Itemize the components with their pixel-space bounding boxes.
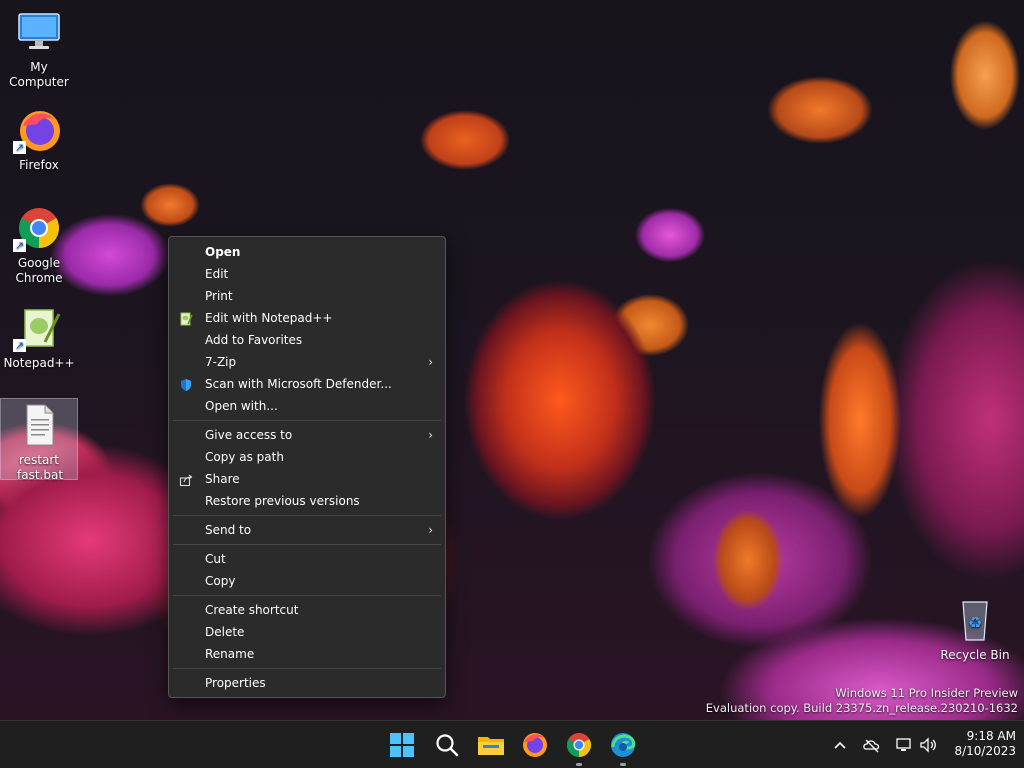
file-explorer-icon xyxy=(478,737,504,755)
start-icon xyxy=(390,733,414,757)
menu-item-label: Cut xyxy=(205,552,226,566)
desktop-icon-label: My Computer xyxy=(9,60,69,89)
desktop-icon-notepadpp[interactable]: ↗ Notepad++ xyxy=(0,304,78,371)
menu-item-7-zip[interactable]: 7-Zip › xyxy=(169,351,445,373)
onedrive-offline-icon[interactable] xyxy=(862,735,882,755)
menu-item-restore-previous-versions[interactable]: Restore previous versions xyxy=(169,490,445,512)
menu-item-label: Create shortcut xyxy=(205,603,299,617)
notepadpp-icon: ↗ xyxy=(13,304,63,352)
desktop-wallpaper xyxy=(0,0,1024,720)
menu-separator xyxy=(173,515,441,516)
defender-shield-icon xyxy=(179,377,193,391)
menu-item-label: Print xyxy=(205,289,233,303)
firefox-icon: ↗ xyxy=(13,106,63,154)
menu-item-label: Edit xyxy=(205,267,229,281)
menu-item-label: 7-Zip xyxy=(205,355,237,369)
menu-item-create-shortcut[interactable]: Create shortcut xyxy=(169,599,445,621)
menu-item-edit-with-notepad[interactable]: Edit with Notepad++ xyxy=(169,307,445,329)
menu-item-label: Scan with Microsoft Defender... xyxy=(205,377,392,391)
recycle-bin-icon: ♻ xyxy=(951,596,999,644)
shortcut-arrow-icon: ↗ xyxy=(13,239,26,252)
menu-separator xyxy=(173,544,441,545)
menu-item-open-with[interactable]: Open with... xyxy=(169,395,445,417)
desktop-icon-firefox[interactable]: ↗ Firefox xyxy=(0,106,78,173)
menu-item-properties[interactable]: Properties xyxy=(169,672,445,694)
chrome-taskbar-button[interactable] xyxy=(563,729,595,766)
taskbar: 9:18 AM 8/10/2023 xyxy=(0,720,1024,768)
menu-separator xyxy=(173,420,441,421)
chevron-up-icon[interactable] xyxy=(830,735,850,755)
menu-item-label: Rename xyxy=(205,647,255,661)
menu-item-label: Add to Favorites xyxy=(205,333,303,347)
chevron-right-icon: › xyxy=(428,523,433,537)
menu-item-label: Edit with Notepad++ xyxy=(205,311,333,325)
firefox-icon xyxy=(523,733,547,757)
watermark-edition: Windows 11 Pro Insider Preview xyxy=(835,686,1018,700)
notepadpp-icon xyxy=(179,311,193,326)
menu-item-copy-as-path[interactable]: Copy as path xyxy=(169,446,445,468)
desktop-icon-label: Notepad++ xyxy=(3,356,75,370)
menu-item-open[interactable]: Open xyxy=(169,241,445,263)
edge-icon xyxy=(611,733,636,757)
share-icon xyxy=(179,472,193,487)
menu-item-label: Copy as path xyxy=(205,450,284,464)
menu-separator xyxy=(173,668,441,669)
windows-watermark: Windows 11 Pro Insider Preview Evaluatio… xyxy=(706,686,1018,716)
menu-item-copy[interactable]: Copy xyxy=(169,570,445,592)
menu-item-add-to-favorites[interactable]: Add to Favorites xyxy=(169,329,445,351)
desktop-icon-google-chrome[interactable]: ↗ Google Chrome xyxy=(0,204,78,286)
menu-item-delete[interactable]: Delete xyxy=(169,621,445,643)
menu-item-label: Open with... xyxy=(205,399,278,413)
desktop-icon-label: Recycle Bin xyxy=(940,648,1010,662)
menu-item-label: Give access to xyxy=(205,428,293,442)
menu-item-label: Send to xyxy=(205,523,252,537)
running-indicator xyxy=(576,763,582,766)
search-icon xyxy=(436,734,459,757)
svg-text:♻: ♻ xyxy=(968,613,982,632)
running-indicator xyxy=(620,763,626,766)
context-menu: Open Edit Print Edit with Notepad++ Add to F… xyxy=(168,236,446,698)
menu-item-label: Delete xyxy=(205,625,245,639)
menu-item-cut[interactable]: Cut xyxy=(169,548,445,570)
menu-item-give-access-to[interactable]: Give access to › xyxy=(169,424,445,446)
watermark-build: Evaluation copy. Build 23375.zn_release.… xyxy=(705,701,1018,715)
menu-separator xyxy=(173,595,441,596)
file-explorer-button[interactable] xyxy=(475,729,507,761)
clock-time: 9:18 AM xyxy=(966,729,1016,743)
menu-item-label: Restore previous versions xyxy=(205,494,360,508)
menu-item-label: Open xyxy=(205,245,241,259)
chevron-right-icon: › xyxy=(428,428,433,442)
menu-item-rename[interactable]: Rename xyxy=(169,643,445,665)
edge-taskbar-button[interactable] xyxy=(607,729,639,766)
desktop-icon-my-computer[interactable]: My Computer xyxy=(0,8,78,90)
clock-date: 8/10/2023 xyxy=(954,744,1016,758)
taskbar-clock[interactable]: 9:18 AM 8/10/2023 xyxy=(948,729,1016,759)
chevron-right-icon: › xyxy=(428,355,433,369)
search-button[interactable] xyxy=(431,729,463,761)
start-button[interactable] xyxy=(386,729,418,761)
desktop-icon-label: restart fast.bat xyxy=(17,453,64,482)
shortcut-arrow-icon: ↗ xyxy=(13,339,26,352)
firefox-taskbar-button[interactable] xyxy=(519,729,551,761)
network-icon[interactable] xyxy=(894,735,914,755)
desktop-icon-recycle-bin[interactable]: ♻ Recycle Bin xyxy=(936,596,1014,663)
menu-item-label: Copy xyxy=(205,574,236,588)
desktop-icon-restart-fast-bat[interactable]: restart fast.bat xyxy=(0,398,78,482)
volume-icon[interactable] xyxy=(918,735,938,755)
menu-item-send-to[interactable]: Send to › xyxy=(169,519,445,541)
desktop-icon-label: Google Chrome xyxy=(15,256,63,285)
menu-item-edit[interactable]: Edit xyxy=(169,263,445,285)
desktop-icon-label: Firefox xyxy=(19,158,59,172)
shortcut-arrow-icon: ↗ xyxy=(13,141,26,154)
chrome-icon xyxy=(566,733,592,757)
monitor-icon xyxy=(15,8,63,56)
menu-item-label: Properties xyxy=(205,676,266,690)
menu-item-scan-with-microsoft-defender[interactable]: Scan with Microsoft Defender... xyxy=(169,373,445,395)
chrome-icon: ↗ xyxy=(13,204,63,252)
batch-file-icon xyxy=(15,401,63,449)
menu-item-share[interactable]: Share xyxy=(169,468,445,490)
menu-item-label: Share xyxy=(205,472,240,486)
menu-item-print[interactable]: Print xyxy=(169,285,445,307)
